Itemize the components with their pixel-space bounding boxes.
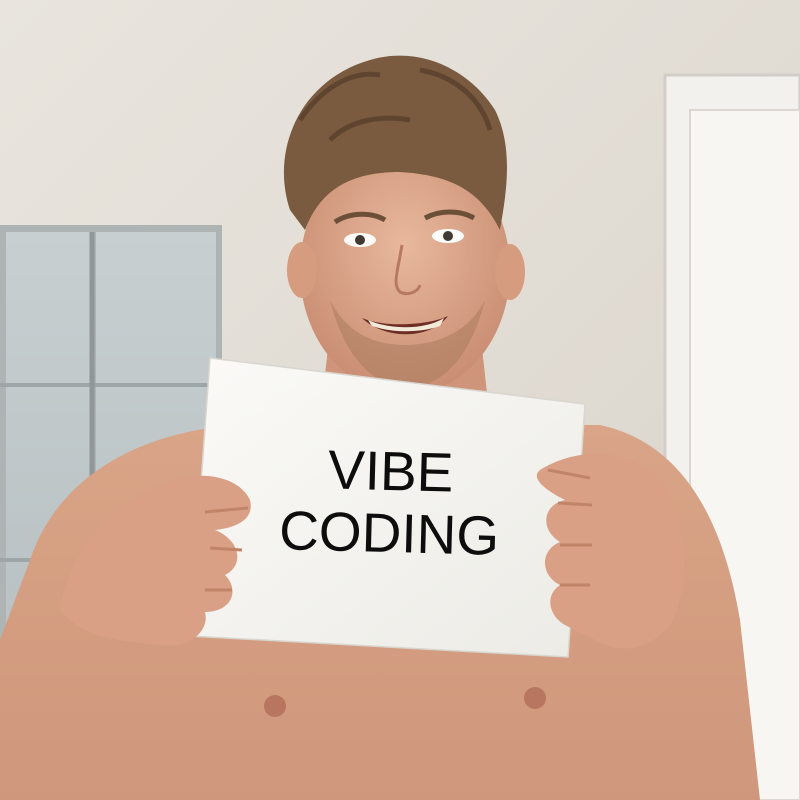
- sign-line-2: CODING: [278, 499, 500, 567]
- sign-text: VIBE CODING: [203, 435, 576, 569]
- photo-illustration: [0, 0, 800, 800]
- photo-scene: VIBE CODING: [0, 0, 800, 800]
- sign-line-1: VIBE: [327, 438, 455, 504]
